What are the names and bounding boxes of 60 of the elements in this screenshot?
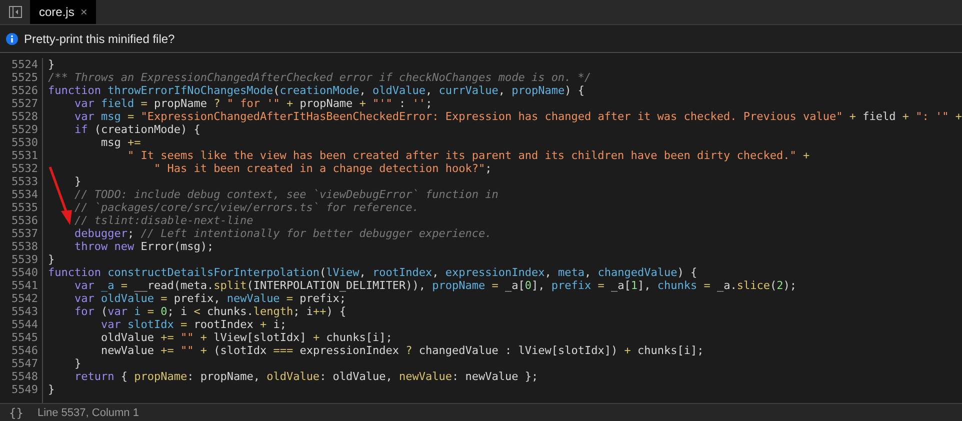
code-line: newValue += "" + (slotIdx === expressionIndex ? changedValue : lView[slotIdx]) + chunks[i];: [100, 344, 705, 357]
line-number: 5535: [10, 201, 38, 214]
code-line: if (creationMode) {: [73, 123, 202, 136]
line-number: 5544: [10, 318, 38, 331]
code-line: for (var i = 0; i < chunks.length; i++) {: [73, 305, 348, 318]
line-number: 5545: [10, 331, 38, 344]
info-icon: [6, 32, 18, 44]
line-number: 5536: [10, 214, 38, 227]
code-line: /** Throws an ExpressionChangedAfterChecked error if checkNoChanges mode is on. */: [48, 71, 592, 84]
code-line: debugger; // Left intentionally for better debugger experience.: [73, 227, 493, 240]
code-line: throw new Error(msg);: [73, 240, 215, 253]
code-line: oldValue += "" + lView[slotIdx] + chunks[i];: [100, 331, 394, 344]
code-line: // `packages/core/src/view/errors.ts` for reference.: [73, 201, 420, 214]
line-number: 5537: [10, 227, 38, 240]
code-line: }: [48, 58, 56, 71]
line-number: 5525: [10, 71, 38, 84]
line-number: 5548: [10, 370, 38, 383]
line-number: 5524: [10, 58, 38, 71]
line-number: 5534: [10, 188, 38, 201]
code-line: var field = propName ? " for '" + propName + "'" : '';: [73, 97, 434, 110]
code-line: " It seems like the view has been created after its parent and its children have been dirty checked." +: [126, 149, 811, 162]
code-line: var msg = "ExpressionChangedAfterItHasBeenCheckedError: Expression has changed after it was checked. Previous value" + field + ": '" +: [73, 110, 962, 123]
code-line: var _a = __read(meta.split(INTERPOLATION_DELIMITER)), propName = _a[0], prefix = _a[1], chunks = _a.slice(2);: [73, 279, 798, 292]
line-number: 5533: [10, 175, 38, 188]
code-line: msg +=: [100, 136, 142, 149]
line-number: 5541: [10, 279, 38, 292]
line-number: 5528: [10, 110, 38, 123]
file-tab[interactable]: core.js ×: [30, 0, 96, 24]
code-line: }: [73, 357, 82, 370]
line-number: 5540: [10, 266, 38, 279]
line-number: 5543: [10, 305, 38, 318]
sidebar-toggle-icon[interactable]: [9, 6, 22, 18]
close-icon[interactable]: ×: [80, 5, 88, 19]
line-number: 5530: [10, 136, 38, 149]
line-number: 5527: [10, 97, 38, 110]
pretty-print-button[interactable]: {}: [9, 406, 24, 420]
line-number: 5538: [10, 240, 38, 253]
line-number: 5542: [10, 292, 38, 305]
code-line: var slotIdx = rootIndex + i;: [100, 318, 288, 331]
code-line: var oldValue = prefix, newValue = prefix;: [73, 292, 348, 305]
cursor-position: Line 5537, Column 1: [37, 406, 139, 418]
line-number: 5539: [10, 253, 38, 266]
line-number: 5532: [10, 162, 38, 175]
line-number: 5549: [10, 383, 38, 396]
arrow-annotation: [48, 166, 74, 226]
code-line: }: [48, 253, 56, 266]
line-number: 5526: [10, 84, 38, 97]
code-line: function constructDetailsForInterpolation(lView, rootIndex, expressionIndex, meta, changedValue) {: [48, 266, 698, 279]
code-line: }: [48, 383, 56, 396]
line-number: 5529: [10, 123, 38, 136]
code-line: // TODO: include debug context, see `viewDebugError` function in: [73, 188, 500, 201]
info-message: Pretty-print this minified file?: [24, 32, 175, 46]
line-number: 5531: [10, 149, 38, 162]
line-number: 5547: [10, 357, 38, 370]
code-line: function throwErrorIfNoChangesMode(creationMode, oldValue, currValue, propName) {: [48, 84, 586, 97]
line-number: 5546: [10, 344, 38, 357]
code-line: // tslint:disable-next-line: [73, 214, 254, 227]
code-line: return { propName: propName, oldValue: oldValue, newValue: newValue };: [73, 370, 540, 383]
code-line: }: [73, 175, 82, 188]
code-line: " Has it been created in a change detection hook?";: [152, 162, 493, 175]
